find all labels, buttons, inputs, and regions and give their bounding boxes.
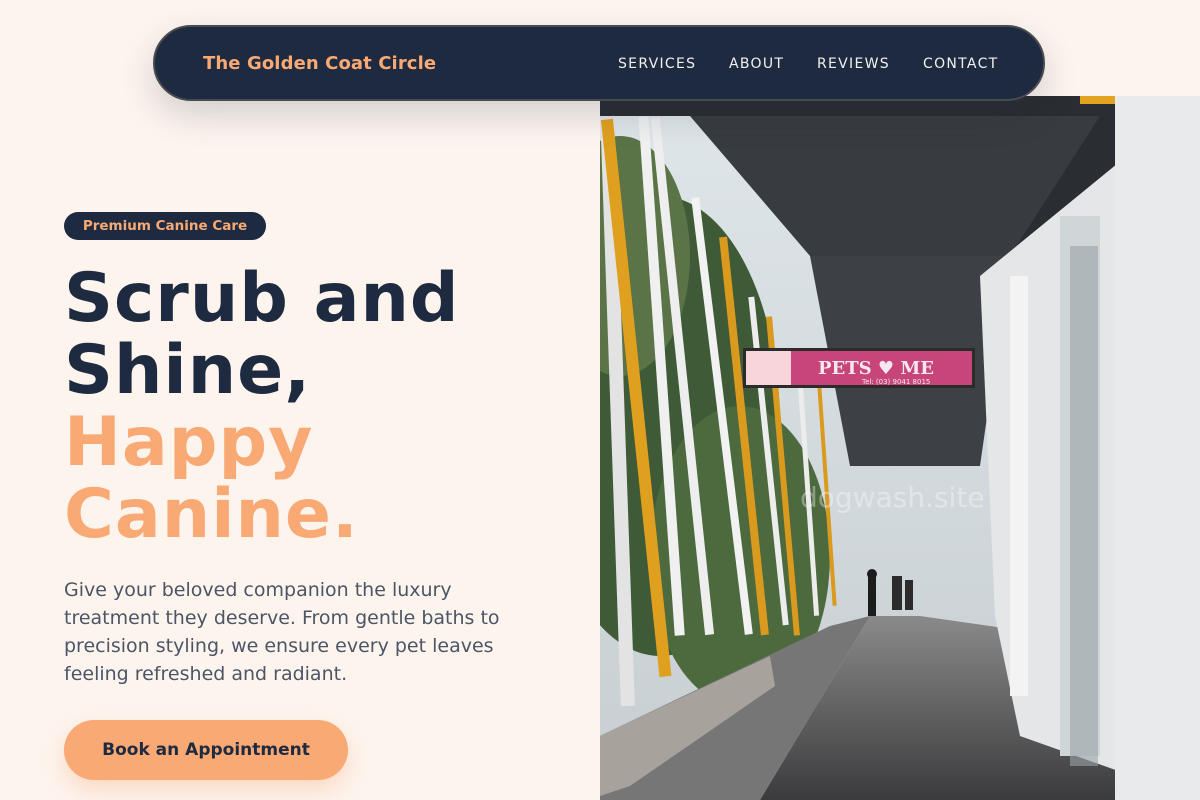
- hero-description: Give your beloved companion the luxury t…: [64, 579, 500, 685]
- book-appointment-button[interactable]: Book an Appointment: [64, 720, 348, 780]
- brand-logo-text[interactable]: The Golden Coat Circle: [203, 53, 436, 74]
- nav-link-about[interactable]: ABOUT: [729, 56, 784, 72]
- headline-line-1: Scrub and: [64, 259, 460, 338]
- premium-care-badge: Premium Canine Care: [64, 212, 266, 240]
- headline-accent-line-2: Canine.: [64, 475, 359, 554]
- walkway-illustration: PETS ♥ ME Tel: (03) 9041 8015: [600, 96, 1200, 800]
- headline-accent-line-1: Happy: [64, 403, 314, 482]
- top-navigation-bar: The Golden Coat Circle SERVICES ABOUT RE…: [153, 25, 1045, 101]
- site-watermark: dogwash.site: [800, 481, 985, 514]
- shop-sign-phone: Tel: (03) 9041 8015: [861, 378, 930, 386]
- nav-link-services[interactable]: SERVICES: [618, 56, 696, 72]
- hero-headline: Scrub and Shine, Happy Canine.: [64, 263, 460, 551]
- headline-line-2: Shine,: [64, 331, 312, 410]
- nav-link-reviews[interactable]: REVIEWS: [817, 56, 890, 72]
- shop-sign-text: PETS ♥ ME: [818, 358, 934, 379]
- hero-photo-walkway: PETS ♥ ME Tel: (03) 9041 8015 dogwash.si…: [600, 96, 1200, 800]
- nav-link-contact[interactable]: CONTACT: [923, 56, 999, 72]
